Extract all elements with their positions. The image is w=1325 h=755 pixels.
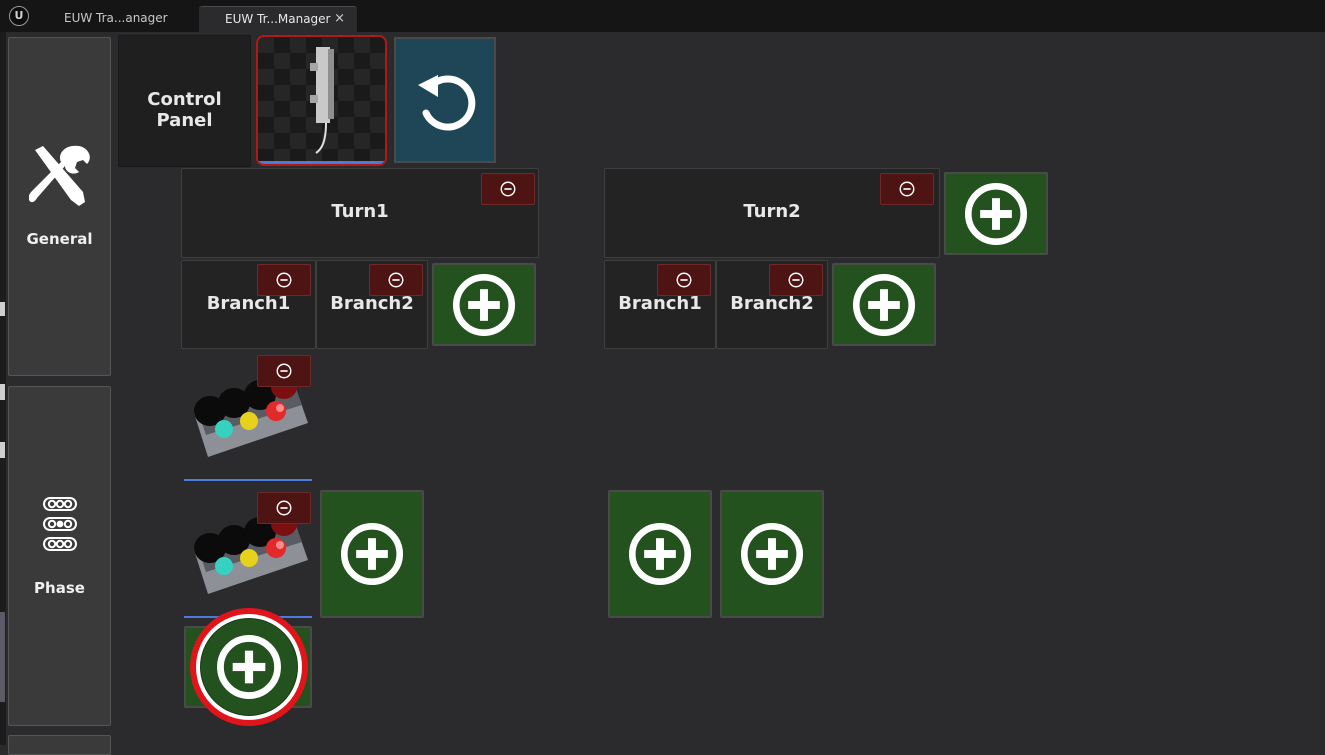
remove-branch-button[interactable]: [769, 264, 823, 296]
thumbnail-underline: [184, 479, 312, 481]
tools-icon: [29, 145, 90, 206]
edge-mark: [0, 612, 5, 702]
plus-circle-icon: [739, 521, 805, 587]
control-panel-label: Control Panel: [147, 89, 222, 131]
minus-circle-icon: [275, 362, 293, 380]
add-branch-button[interactable]: [432, 263, 536, 346]
minus-circle-icon: [898, 180, 916, 198]
minus-circle-icon: [787, 271, 805, 289]
branch-label: Branch2: [330, 293, 414, 314]
branch-label: Branch2: [730, 293, 814, 314]
tab-traffic-manager-1[interactable]: EUW Tra...anager: [50, 6, 198, 32]
branch-label: Branch1: [206, 293, 291, 314]
refresh-button[interactable]: [394, 37, 496, 163]
add-phase-circle[interactable]: [200, 618, 298, 716]
unreal-logo-icon: U: [9, 6, 29, 26]
minus-circle-icon: [387, 271, 405, 289]
sidebar-button-partial[interactable]: [8, 735, 111, 755]
plus-circle-icon: [451, 272, 517, 338]
phase-label: Phase: [34, 579, 85, 597]
signal-pole-thumbnail[interactable]: [256, 35, 387, 166]
add-light-button[interactable]: [320, 490, 424, 618]
remove-light-button[interactable]: [257, 492, 311, 524]
traffic-light-icon: [43, 497, 77, 551]
plus-circle-icon: [339, 521, 405, 587]
title-bar: U EUW Tra...anager EUW Tr...Manager ×: [0, 0, 1325, 32]
control-panel-header: Control Panel: [118, 35, 251, 167]
remove-turn-2-button[interactable]: [880, 173, 934, 205]
thumbnail-underline: [258, 161, 385, 164]
plus-circle-icon: [963, 181, 1029, 247]
edge-mark: [0, 384, 5, 400]
highlight-ring: [190, 608, 308, 726]
remove-turn-1-button[interactable]: [481, 173, 535, 205]
refresh-icon: [418, 75, 476, 131]
minus-circle-icon: [675, 271, 693, 289]
tab-traffic-manager-2[interactable]: EUW Tr...Manager ×: [199, 6, 357, 32]
close-icon[interactable]: ×: [334, 7, 345, 31]
minus-circle-icon: [275, 271, 293, 289]
add-turn-button[interactable]: [944, 172, 1048, 255]
remove-light-button[interactable]: [257, 355, 311, 387]
remove-branch-button[interactable]: [369, 264, 423, 296]
tab-label: EUW Tra...anager: [64, 11, 168, 25]
minus-circle-icon: [499, 180, 517, 198]
edge-mark: [0, 302, 5, 316]
general-label: General: [26, 230, 93, 248]
phase-button[interactable]: Phase: [8, 386, 111, 726]
remove-branch-button[interactable]: [257, 264, 311, 296]
remove-branch-button[interactable]: [657, 264, 711, 296]
branch-label: Branch1: [618, 293, 702, 314]
add-light-button[interactable]: [720, 490, 824, 618]
plus-circle-icon: [851, 272, 917, 338]
general-button[interactable]: General: [8, 37, 111, 376]
edge-mark: [0, 442, 5, 458]
add-branch-button[interactable]: [832, 263, 936, 346]
minus-circle-icon: [275, 499, 293, 517]
signal-pole-image: [310, 47, 334, 154]
tab-label: EUW Tr...Manager: [225, 12, 331, 26]
plus-circle-icon: [215, 633, 283, 701]
plus-circle-icon: [627, 521, 693, 587]
left-edge-panel: [0, 32, 6, 745]
add-light-button[interactable]: [608, 490, 712, 618]
